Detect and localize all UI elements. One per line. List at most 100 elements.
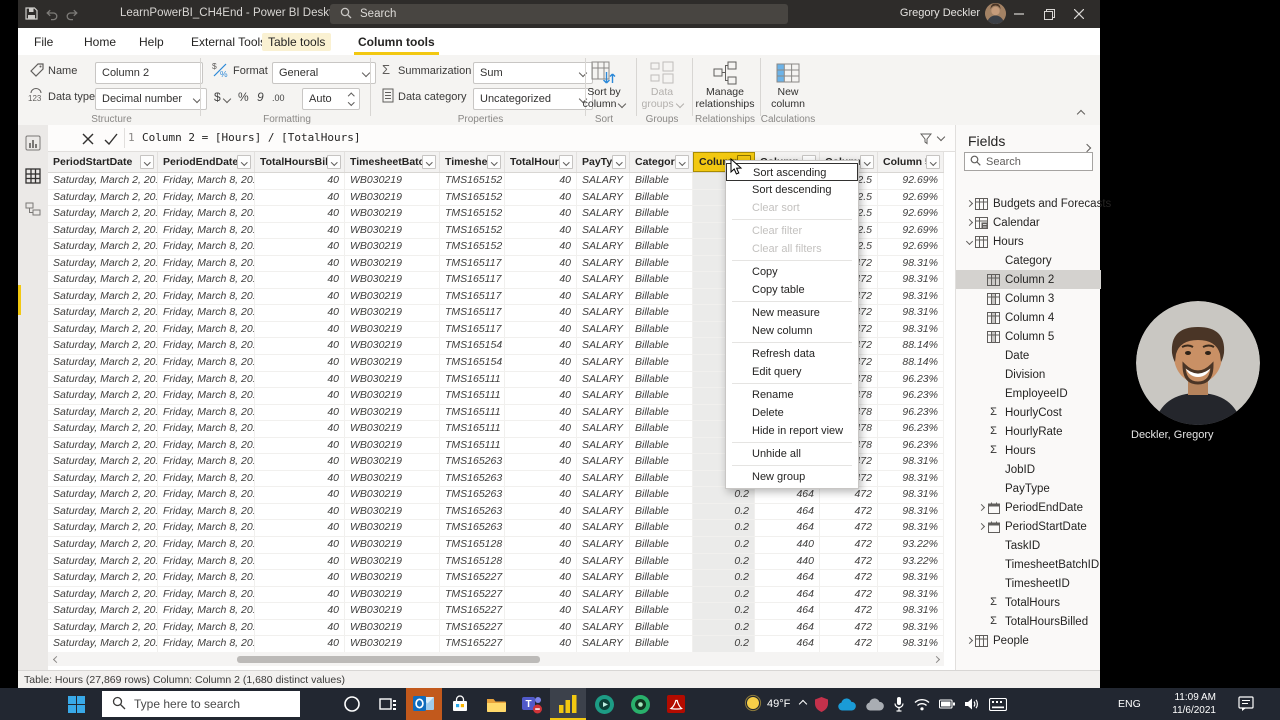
table-cell[interactable]: 0.2	[693, 619, 755, 636]
chevron-down-icon[interactable]	[964, 237, 974, 246]
table-cell[interactable]: Saturday, March 2, 2019	[48, 570, 158, 586]
field-item-hours[interactable]: Σ Hours	[956, 441, 1101, 460]
table-cell[interactable]: 472	[820, 553, 878, 570]
table-cell[interactable]: WB030219	[345, 487, 440, 503]
menu-home[interactable]: Home	[78, 33, 122, 51]
table-cell[interactable]: Billable	[630, 570, 693, 586]
table-cell[interactable]: Saturday, March 2, 2019	[48, 338, 158, 355]
table-cell[interactable]: 40	[505, 404, 577, 421]
decimals-button[interactable]: .00	[272, 93, 285, 103]
field-item-column-4[interactable]: Column 4	[956, 308, 1101, 327]
table-cell[interactable]: Saturday, March 2, 2019	[48, 520, 158, 537]
table-cell[interactable]: Billable	[630, 388, 693, 404]
table-cell[interactable]: 40	[255, 553, 345, 570]
filter-button[interactable]	[237, 155, 251, 169]
field-item-category[interactable]: Category	[956, 251, 1101, 270]
cortana-icon[interactable]	[334, 688, 370, 720]
table-cell[interactable]: 40	[255, 206, 345, 222]
table-cell[interactable]: 40	[505, 206, 577, 222]
table-cell[interactable]: 40	[255, 305, 345, 321]
menu-item-rename[interactable]: Rename	[726, 386, 858, 404]
touch-keyboard-icon[interactable]	[989, 697, 1007, 711]
collapse-ribbon-icon[interactable]	[1076, 109, 1086, 119]
fields-search-box[interactable]: Search	[964, 152, 1093, 171]
table-cell[interactable]: WB030219	[345, 189, 440, 206]
field-item-people[interactable]: People	[956, 631, 1101, 650]
table-cell[interactable]: 40	[505, 388, 577, 404]
filter-button[interactable]	[140, 155, 154, 169]
table-cell[interactable]: Friday, March 8, 2019	[158, 520, 255, 537]
table-cell[interactable]: Saturday, March 2, 2019	[48, 636, 158, 652]
microphone-icon[interactable]	[893, 696, 905, 712]
table-cell[interactable]: SALARY	[577, 503, 630, 520]
table-cell[interactable]: 96.23%	[878, 371, 944, 388]
table-cell[interactable]: Billable	[630, 487, 693, 503]
table-cell[interactable]: Billable	[630, 255, 693, 272]
table-cell[interactable]: Saturday, March 2, 2019	[48, 537, 158, 553]
table-cell[interactable]: Friday, March 8, 2019	[158, 619, 255, 636]
table-cell[interactable]: SALARY	[577, 636, 630, 652]
table-cell[interactable]: Friday, March 8, 2019	[158, 487, 255, 503]
table-cell[interactable]: Saturday, March 2, 2019	[48, 371, 158, 388]
table-cell[interactable]: SALARY	[577, 189, 630, 206]
filter-funnel-icon[interactable]	[919, 132, 933, 150]
table-cell[interactable]: Friday, March 8, 2019	[158, 355, 255, 371]
table-cell[interactable]: TMS165111	[440, 421, 505, 437]
menu-file[interactable]: File	[28, 33, 59, 51]
table-cell[interactable]: 0.2	[693, 603, 755, 619]
table-cell[interactable]: Friday, March 8, 2019	[158, 586, 255, 603]
table-cell[interactable]: Friday, March 8, 2019	[158, 537, 255, 553]
table-cell[interactable]: Saturday, March 2, 2019	[48, 404, 158, 421]
field-item-division[interactable]: Division	[956, 365, 1101, 384]
table-cell[interactable]: 40	[255, 520, 345, 537]
column-header-paytype[interactable]: PayType	[577, 152, 630, 172]
table-cell[interactable]: TMS165111	[440, 388, 505, 404]
table-cell[interactable]: Friday, March 8, 2019	[158, 470, 255, 487]
table-cell[interactable]: SALARY	[577, 239, 630, 255]
table-cell[interactable]: Billable	[630, 537, 693, 553]
horizontal-scrollbar[interactable]	[48, 652, 944, 666]
field-item-totalhoursbilled[interactable]: Σ TotalHoursBilled	[956, 612, 1101, 631]
language-indicator[interactable]: ENG	[1118, 698, 1141, 710]
table-cell[interactable]: SALARY	[577, 305, 630, 321]
table-cell[interactable]: TMS165263	[440, 470, 505, 487]
table-cell[interactable]: 464	[755, 487, 820, 503]
table-cell[interactable]: 464	[755, 636, 820, 652]
field-item-hourlyrate[interactable]: Σ HourlyRate	[956, 422, 1101, 441]
table-cell[interactable]: WB030219	[345, 454, 440, 470]
battery-icon[interactable]	[939, 699, 955, 709]
table-cell[interactable]: 464	[755, 586, 820, 603]
table-cell[interactable]: 0.2	[693, 487, 755, 503]
chevron-right-icon[interactable]	[976, 522, 986, 531]
table-cell[interactable]: 464	[755, 570, 820, 586]
security-icon[interactable]	[815, 696, 828, 712]
table-cell[interactable]: 40	[505, 222, 577, 239]
model-view-icon[interactable]	[25, 201, 41, 222]
field-item-column-2[interactable]: Column 2	[956, 270, 1101, 289]
close-button[interactable]	[1064, 0, 1094, 28]
action-center-icon[interactable]	[1238, 696, 1254, 716]
table-cell[interactable]: WB030219	[345, 437, 440, 454]
field-item-budgets-and-forecasts[interactable]: Budgets and Forecasts	[956, 194, 1111, 213]
restore-button[interactable]	[1034, 0, 1064, 28]
redo-icon[interactable]	[66, 8, 80, 26]
table-cell[interactable]: 40	[255, 255, 345, 272]
table-cell[interactable]: 98.31%	[878, 570, 944, 586]
table-cell[interactable]: Saturday, March 2, 2019	[48, 272, 158, 288]
table-cell[interactable]: 40	[505, 487, 577, 503]
table-cell[interactable]: WB030219	[345, 206, 440, 222]
table-cell[interactable]: Friday, March 8, 2019	[158, 404, 255, 421]
table-cell[interactable]: TMS165117	[440, 321, 505, 338]
table-cell[interactable]: Friday, March 8, 2019	[158, 371, 255, 388]
table-cell[interactable]: 40	[255, 503, 345, 520]
table-cell[interactable]: 40	[255, 189, 345, 206]
table-cell[interactable]: 40	[255, 603, 345, 619]
table-cell[interactable]: WB030219	[345, 586, 440, 603]
start-button[interactable]	[68, 696, 85, 718]
table-cell[interactable]: 40	[505, 371, 577, 388]
table-cell[interactable]: 40	[255, 388, 345, 404]
table-cell[interactable]: TMS165111	[440, 404, 505, 421]
filter-button[interactable]	[487, 155, 501, 169]
table-cell[interactable]: 472	[820, 503, 878, 520]
menu-item-new-column[interactable]: New column	[726, 322, 858, 340]
